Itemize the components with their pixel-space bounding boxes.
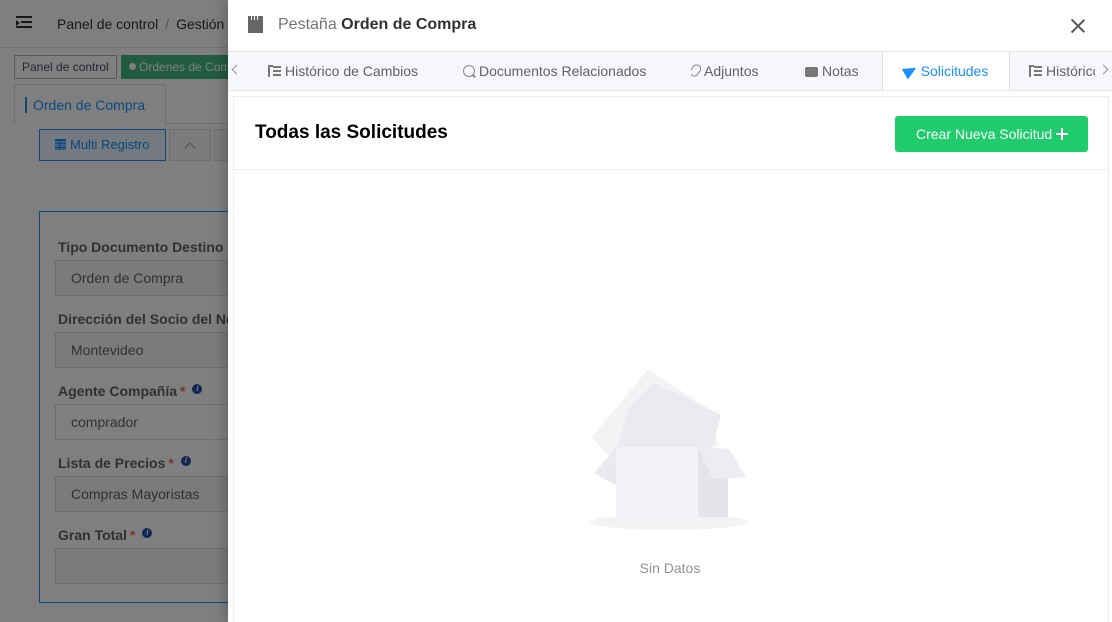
paperclip-icon bbox=[691, 62, 703, 79]
tab-documentos-relacionados[interactable]: Documentos Relacionados bbox=[463, 52, 647, 90]
tabs-scroll-left-icon[interactable] bbox=[231, 64, 242, 75]
send-icon bbox=[901, 62, 919, 80]
requests-panel: Todas las Solicitudes Crear Nueva Solici… bbox=[233, 96, 1109, 622]
comment-icon bbox=[805, 61, 818, 90]
list-icon bbox=[268, 65, 281, 77]
list-icon bbox=[1029, 65, 1042, 77]
drawer-title-name: Orden de Compra bbox=[341, 16, 477, 33]
tab-historico[interactable]: Histórico bbox=[1029, 52, 1095, 90]
close-icon[interactable] bbox=[1070, 18, 1086, 34]
drawer-header: Pestaña Orden de Compra bbox=[228, 0, 1112, 52]
tab-label: Documentos Relacionados bbox=[479, 63, 647, 79]
requests-title: Todas las Solicitudes bbox=[255, 122, 448, 143]
zoom-in-icon bbox=[463, 65, 475, 77]
drawer-panel: Pestaña Orden de Compra Histórico de Cam… bbox=[228, 0, 1112, 622]
tab-label: Histórico de Cambios bbox=[285, 63, 419, 79]
drawer-title-prefix: Pestaña bbox=[278, 16, 337, 33]
plus-icon bbox=[1056, 128, 1068, 140]
document-icon bbox=[248, 16, 263, 33]
tab-notas[interactable]: Notas bbox=[805, 52, 859, 90]
tab-label: Histórico bbox=[1046, 63, 1095, 79]
empty-box-icon bbox=[590, 369, 748, 530]
empty-state-text: Sin Datos bbox=[639, 560, 701, 576]
tab-adjuntos[interactable]: Adjuntos bbox=[691, 52, 759, 90]
tab-solicitudes[interactable]: Solicitudes bbox=[882, 52, 1010, 90]
create-request-label: Crear Nueva Solicitud bbox=[916, 126, 1053, 142]
drawer-tabs: Histórico de Cambios Documentos Relacion… bbox=[228, 51, 1112, 91]
tabs-scroll-right-icon[interactable] bbox=[1098, 64, 1109, 75]
drawer-title: Pestaña Orden de Compra bbox=[278, 16, 476, 34]
tab-historico-cambios[interactable]: Histórico de Cambios bbox=[268, 52, 419, 90]
requests-header: Todas las Solicitudes Crear Nueva Solici… bbox=[234, 97, 1108, 170]
tab-label: Solicitudes bbox=[920, 63, 989, 79]
tab-label: Adjuntos bbox=[704, 63, 759, 79]
create-request-button[interactable]: Crear Nueva Solicitud bbox=[895, 116, 1088, 152]
tab-label: Notas bbox=[822, 63, 859, 79]
